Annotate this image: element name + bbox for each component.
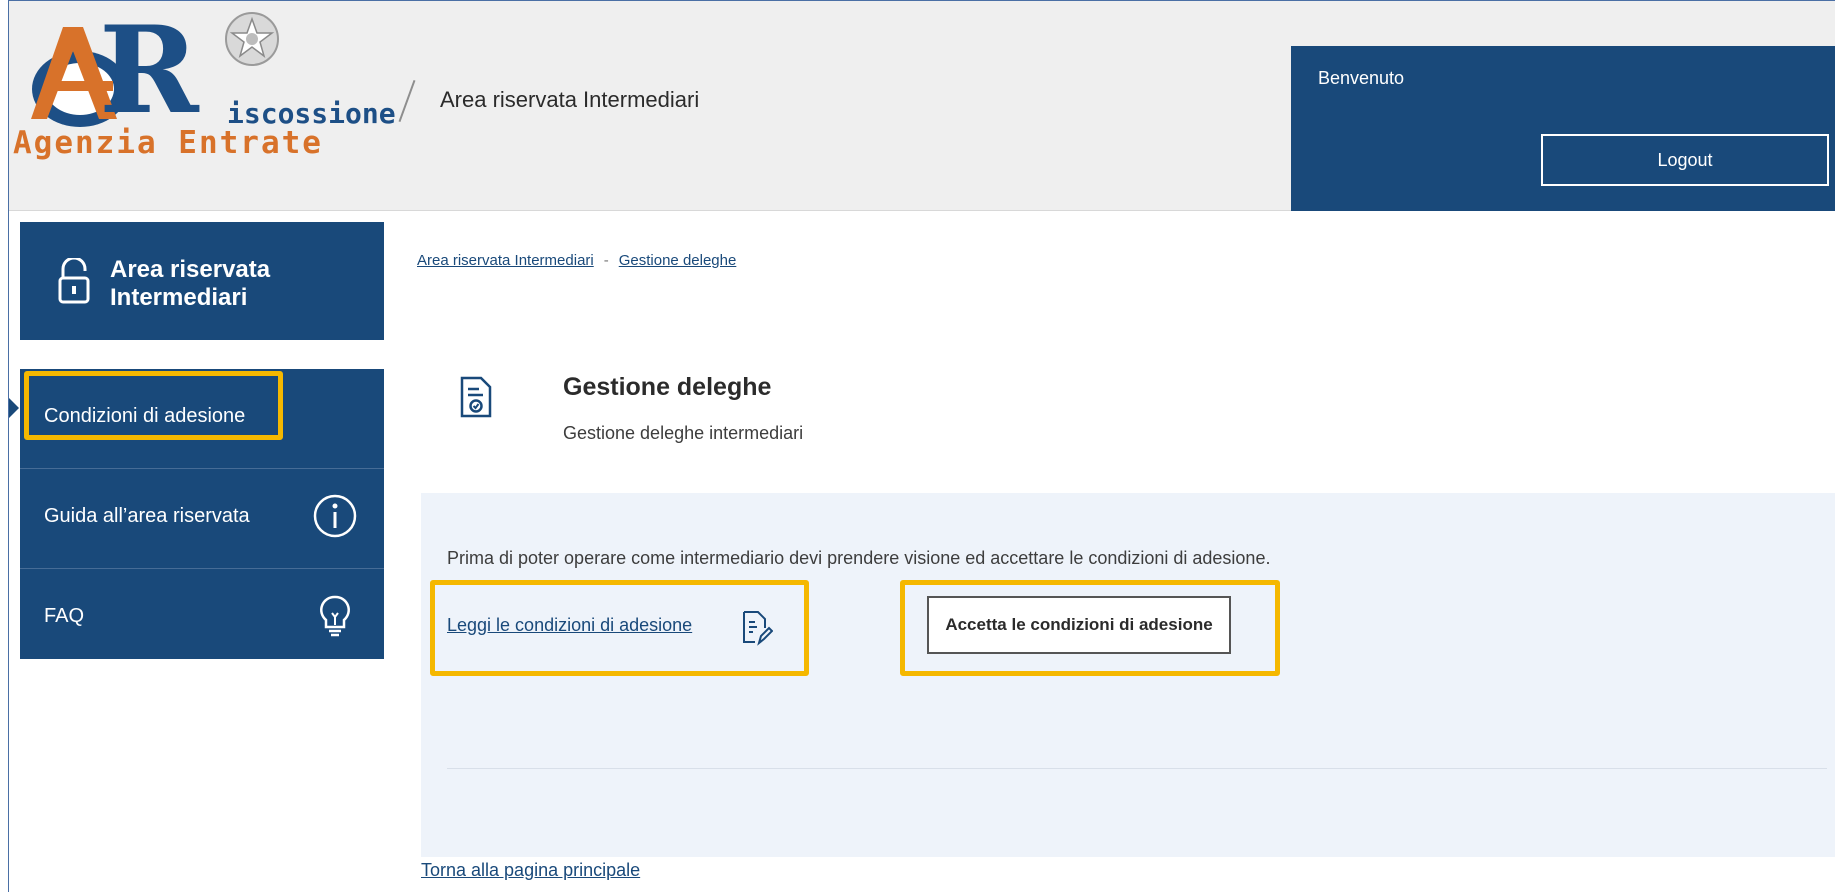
lightbulb-icon	[320, 595, 350, 637]
breadcrumb-separator: -	[603, 252, 609, 269]
header-title: Area riservata Intermediari	[440, 87, 700, 112]
info-message: Prima di poter operare come intermediari…	[447, 548, 1271, 568]
pointer-arrow-icon	[9, 398, 19, 418]
logo-bottom-line: Agenzia Entrate	[13, 125, 323, 161]
page-header: R iscossione Agenzia Entrate Area riserv…	[9, 1, 1835, 211]
logout-button[interactable]: Logout	[1541, 134, 1829, 186]
sidebar-item-faq[interactable]: FAQ	[20, 569, 384, 669]
breadcrumb-item[interactable]: Area riservata Intermediari	[417, 252, 594, 269]
divider	[447, 768, 1827, 769]
sidebar-item-guida[interactable]: Guida all’area riservata	[20, 469, 384, 569]
user-panel: Benvenuto Logout	[1291, 46, 1835, 211]
header-separator	[398, 79, 416, 123]
page-title: Gestione deleghe	[563, 373, 772, 401]
document-icon	[460, 376, 492, 418]
sidebar-title: Area riservata Intermediari	[110, 256, 271, 311]
sidebar-item-label: Guida all’area riservata	[44, 505, 250, 527]
unlocked-padlock-icon	[58, 258, 90, 304]
highlight-box	[430, 580, 809, 676]
sidebar-header[interactable]: Area riservata Intermediari	[20, 222, 384, 340]
breadcrumb-item[interactable]: Gestione deleghe	[619, 252, 737, 269]
info-icon	[313, 494, 357, 538]
back-to-home-link[interactable]: Torna alla pagina principale	[421, 860, 640, 881]
logo-letter: R	[99, 0, 199, 141]
sidebar-item-label: FAQ	[44, 605, 85, 627]
italian-emblem-icon	[225, 12, 279, 66]
breadcrumb: Area riservata Intermediari - Gestione del…	[417, 252, 736, 269]
page-subtitle: Gestione deleghe intermediari	[563, 423, 804, 443]
highlight-box	[24, 371, 283, 440]
highlight-box	[900, 580, 1280, 676]
welcome-label: Benvenuto	[1318, 68, 1405, 88]
riscossione-logo[interactable]: R iscossione Agenzia Entrate	[9, 0, 396, 211]
